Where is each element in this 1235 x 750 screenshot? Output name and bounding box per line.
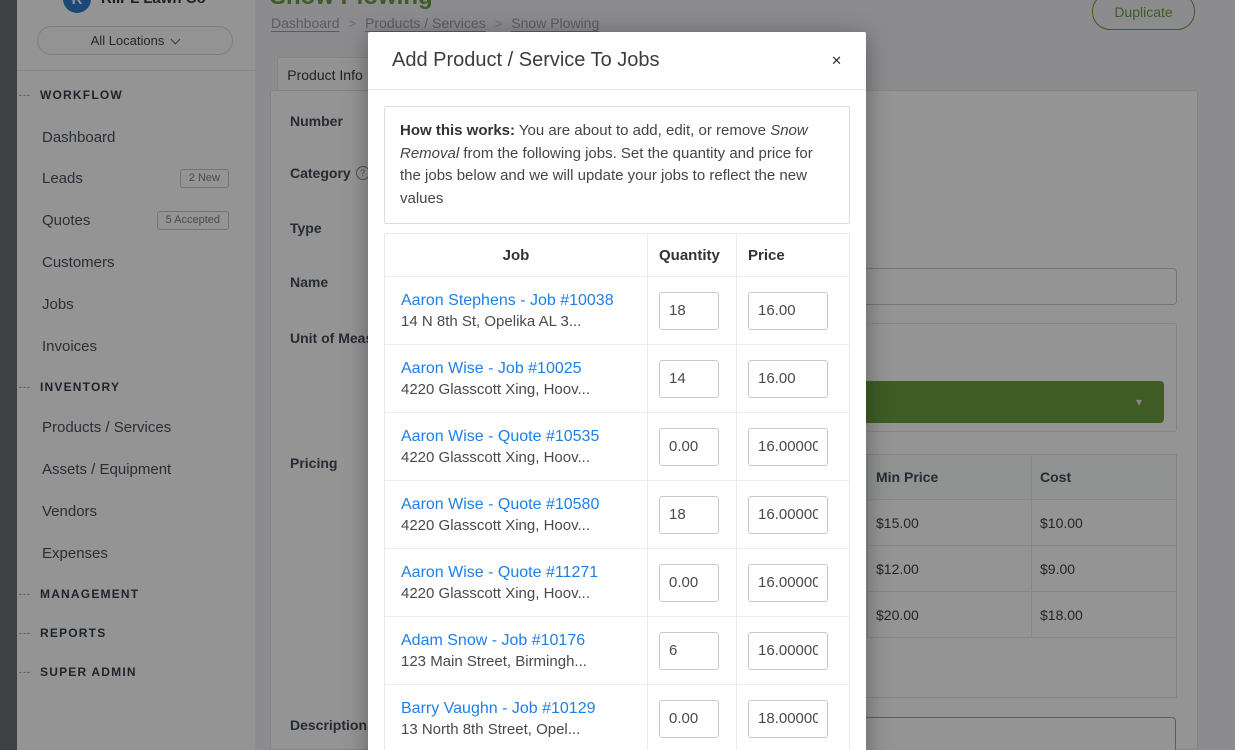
job-row: Aaron Wise - Quote #10535 4220 Glasscott…: [385, 412, 849, 480]
job-row: Barry Vaughn - Job #10129 13 North 8th S…: [385, 684, 849, 750]
job-link[interactable]: Adam Snow - Job #10176: [401, 632, 631, 650]
job-row: Aaron Wise - Quote #10580 4220 Glasscott…: [385, 480, 849, 548]
job-address: 123 Main Street, Birmingh...: [401, 653, 631, 670]
jobs-col-price: Price: [736, 234, 849, 276]
price-input[interactable]: [748, 428, 828, 466]
job-row: Adam Snow - Job #10176 123 Main Street, …: [385, 616, 849, 684]
quantity-input[interactable]: [659, 428, 719, 466]
app-window: R RIIPL Lawn Co All Locations --- WORKFL…: [0, 0, 1235, 750]
job-row: Aaron Wise - Job #10025 4220 Glasscott X…: [385, 344, 849, 412]
modal-title: Add Product / Service To Jobs: [392, 49, 660, 72]
quantity-input[interactable]: [659, 632, 719, 670]
job-address: 4220 Glasscott Xing, Hoov...: [401, 517, 631, 534]
jobs-col-job: Job: [385, 234, 647, 276]
jobs-table-header: Job Quantity Price: [385, 234, 849, 276]
price-input[interactable]: [748, 360, 828, 398]
add-product-modal: Add Product / Service To Jobs ✕ How this…: [368, 32, 866, 750]
job-link[interactable]: Barry Vaughn - Job #10129: [401, 700, 631, 718]
price-input[interactable]: [748, 632, 828, 670]
quantity-input[interactable]: [659, 496, 719, 534]
job-link[interactable]: Aaron Wise - Quote #10535: [401, 428, 631, 446]
quantity-input[interactable]: [659, 360, 719, 398]
job-address: 4220 Glasscott Xing, Hoov...: [401, 449, 631, 466]
modal-header: Add Product / Service To Jobs ✕: [368, 32, 866, 90]
job-link[interactable]: Aaron Stephens - Job #10038: [401, 292, 631, 310]
job-address: 14 N 8th St, Opelika AL 3...: [401, 313, 631, 330]
job-link[interactable]: Aaron Wise - Job #10025: [401, 360, 631, 378]
quantity-input[interactable]: [659, 700, 719, 738]
job-address: 4220 Glasscott Xing, Hoov...: [401, 381, 631, 398]
quantity-input[interactable]: [659, 292, 719, 330]
job-link[interactable]: Aaron Wise - Quote #11271: [401, 564, 631, 582]
price-input[interactable]: [748, 292, 828, 330]
jobs-rows: Aaron Stephens - Job #10038 14 N 8th St,…: [385, 276, 849, 750]
job-row: Aaron Stephens - Job #10038 14 N 8th St,…: [385, 276, 849, 344]
modal-body: How this works: You are about to add, ed…: [368, 90, 866, 750]
job-address: 4220 Glasscott Xing, Hoov...: [401, 585, 631, 602]
job-link[interactable]: Aaron Wise - Quote #10580: [401, 496, 631, 514]
jobs-col-quantity: Quantity: [647, 234, 736, 276]
job-address: 13 North 8th Street, Opel...: [401, 721, 631, 738]
jobs-table: Job Quantity Price Aaron Stephens - Job …: [384, 233, 850, 750]
price-input[interactable]: [748, 496, 828, 534]
job-row: Aaron Wise - Quote #11271 4220 Glasscott…: [385, 548, 849, 616]
price-input[interactable]: [748, 700, 828, 738]
close-icon[interactable]: ✕: [831, 54, 842, 67]
quantity-input[interactable]: [659, 564, 719, 602]
price-input[interactable]: [748, 564, 828, 602]
how-this-works-note: How this works: You are about to add, ed…: [384, 106, 850, 224]
